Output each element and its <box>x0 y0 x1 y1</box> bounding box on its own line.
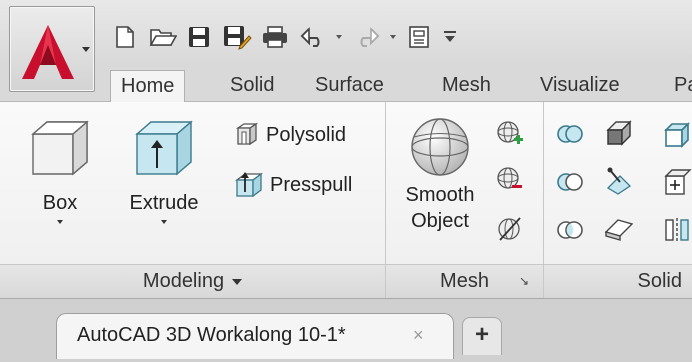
workspace-icon[interactable] <box>404 22 434 52</box>
save-as-icon[interactable] <box>220 22 254 52</box>
tab-surface[interactable]: Surface <box>305 70 394 102</box>
separate-icon[interactable] <box>662 216 692 244</box>
undo-icon[interactable] <box>296 22 330 52</box>
tab-parametric[interactable]: Pa <box>664 70 692 102</box>
plot-icon[interactable] <box>258 22 292 52</box>
new-icon[interactable] <box>110 22 140 52</box>
box-icon <box>31 120 89 176</box>
redo-icon[interactable] <box>350 22 384 52</box>
polysolid-icon <box>235 122 259 146</box>
mesh-refine-add-icon[interactable] <box>496 120 524 148</box>
plus-icon: + <box>474 321 489 348</box>
chevron-down-icon <box>161 220 167 224</box>
close-icon[interactable]: × <box>413 325 424 346</box>
modeling-panel: Box Extrude Polysolid Presspull Modeling <box>0 102 386 298</box>
solid-editing-panel-title[interactable]: Solid <box>544 264 692 298</box>
chevron-down-icon <box>82 47 90 52</box>
union-icon[interactable] <box>556 122 584 146</box>
ribbon-tabs: Home Solid Surface Mesh Visualize Pa <box>0 64 692 103</box>
solid-panel-title-label: Solid <box>637 270 682 292</box>
presspull-label: Presspull <box>270 173 353 196</box>
ribbon: Box Extrude Polysolid Presspull Modeling… <box>0 102 692 298</box>
save-icon[interactable] <box>184 22 214 52</box>
polysolid-label: Polysolid <box>266 123 347 146</box>
open-icon[interactable] <box>146 22 180 52</box>
tab-mesh[interactable]: Mesh <box>432 70 501 102</box>
chevron-down-icon <box>232 278 243 285</box>
thicken-icon[interactable] <box>604 214 634 244</box>
smooth-object-label-line1: Smooth <box>405 184 475 206</box>
mesh-reduce-icon[interactable] <box>496 166 524 194</box>
intersect-icon[interactable] <box>556 218 584 242</box>
application-menu-button[interactable] <box>9 6 95 92</box>
smooth-object-label-line2: Object <box>411 210 469 232</box>
extrude-faces-icon[interactable] <box>662 168 692 196</box>
box-label: Box <box>42 192 78 214</box>
redo-dropdown-icon[interactable] <box>390 35 396 39</box>
tab-home[interactable]: Home <box>110 70 186 103</box>
mesh-panel-title[interactable]: Mesh ↘ <box>386 264 543 298</box>
extract-edges-icon[interactable] <box>662 120 692 148</box>
box-button[interactable]: Box <box>20 118 100 224</box>
file-tab[interactable]: AutoCAD 3D Workalong 10-1* × <box>56 313 454 359</box>
interfere-icon[interactable] <box>604 118 634 148</box>
modeling-panel-title-label: Modeling <box>142 270 225 292</box>
tab-solid[interactable]: Solid <box>220 70 284 102</box>
mesh-panel-title-label: Mesh <box>440 270 489 292</box>
autocad-logo-icon <box>22 25 74 79</box>
file-tabs-bar: AutoCAD 3D Workalong 10-1* × + <box>0 298 692 362</box>
extrude-label: Extrude <box>129 192 199 214</box>
presspull-icon <box>235 172 263 198</box>
presspull-button[interactable]: Presspull <box>234 170 352 200</box>
smooth-object-button[interactable]: Smooth Object <box>392 116 488 234</box>
new-file-tab-button[interactable]: + <box>462 317 502 355</box>
quick-access-toolbar <box>0 0 692 64</box>
smooth-object-icon <box>411 118 469 176</box>
customize-icon[interactable] <box>438 22 462 52</box>
chevron-down-icon <box>57 220 63 224</box>
undo-dropdown-icon[interactable] <box>336 35 342 39</box>
mesh-crease-icon[interactable] <box>496 216 524 244</box>
modeling-panel-title[interactable]: Modeling <box>0 264 385 298</box>
extrude-button[interactable]: Extrude <box>116 118 212 224</box>
file-tab-title: AutoCAD 3D Workalong 10-1* <box>77 324 346 346</box>
subtract-icon[interactable] <box>556 170 584 194</box>
solid-editing-panel: Solid <box>544 102 692 298</box>
extrude-icon <box>135 120 193 176</box>
slice-icon[interactable] <box>604 166 634 196</box>
mesh-panel: Smooth Object Mesh ↘ <box>386 102 544 298</box>
dialog-launcher-icon[interactable]: ↘ <box>519 265 529 297</box>
polysolid-button[interactable]: Polysolid <box>234 122 346 148</box>
tab-visualize[interactable]: Visualize <box>530 70 630 102</box>
